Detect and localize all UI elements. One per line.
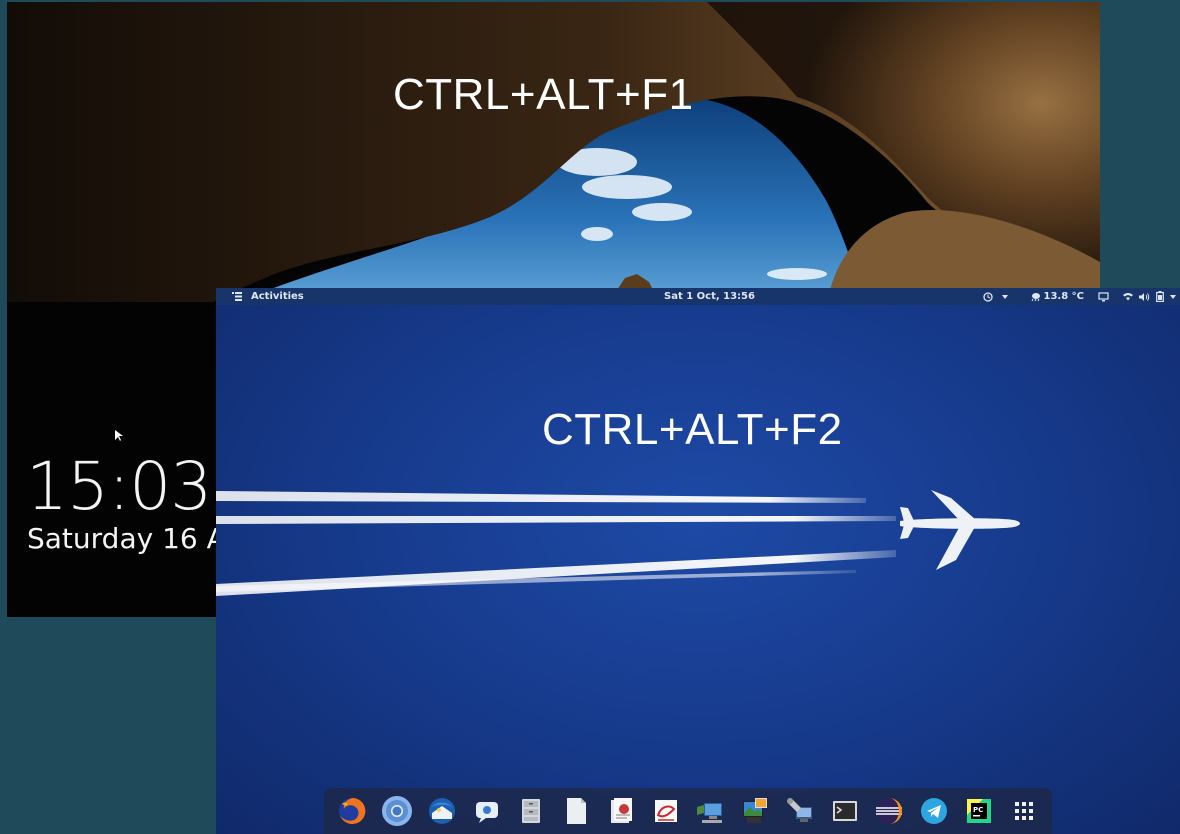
system-menu-chevron-icon[interactable] <box>1170 294 1176 299</box>
pycharm-icon: PC <box>966 799 991 823</box>
drawing-icon <box>654 800 677 822</box>
gnome-top-bar: Activities Sat 1 Oct, 13:56 13.8 °C <box>216 288 1180 305</box>
thunderbird-icon <box>428 798 455 824</box>
weather-indicator[interactable]: 13.8 °C <box>1030 291 1085 302</box>
clock-icon <box>982 291 993 302</box>
firefox-icon <box>339 797 366 824</box>
eclipse-icon <box>876 798 903 824</box>
image-viewer-icon <box>743 798 768 823</box>
gnome-desktop-window: Activities Sat 1 Oct, 13:56 13.8 °C CTRL… <box>216 288 1180 834</box>
dock-app-system-settings[interactable] <box>783 794 817 828</box>
mouse-cursor-icon <box>115 430 123 441</box>
app-grid-icon <box>1014 802 1033 820</box>
dock-app-firefox[interactable] <box>335 794 369 828</box>
chat-icon <box>475 802 498 823</box>
system-tray: 13.8 °C <box>982 290 1176 303</box>
vt2-caption: CTRL+ALT+F2 <box>542 405 843 454</box>
chromium-icon <box>382 796 413 826</box>
system-settings-icon <box>786 797 812 822</box>
clock-menu[interactable] <box>982 291 1008 302</box>
dock-app-thunderbird[interactable] <box>425 794 459 828</box>
dock-app-telegram[interactable] <box>917 794 951 828</box>
lock-screen-time: 15:03 <box>26 448 212 525</box>
activities-button[interactable]: Activities <box>232 290 304 303</box>
dock-show-applications[interactable] <box>1007 794 1041 828</box>
dock-app-image-viewer[interactable] <box>738 794 772 828</box>
activities-label: Activities <box>251 291 304 302</box>
remote-desktop-icon <box>697 803 723 823</box>
battery-icon[interactable] <box>1156 291 1164 302</box>
activities-menu-icon <box>232 292 242 301</box>
lock-screen-date: Saturday 16 Au <box>27 522 244 555</box>
file-cabinet-icon <box>522 799 541 823</box>
dock-app-file-cabinet[interactable] <box>514 794 548 828</box>
dock-app-chromium[interactable] <box>380 794 414 828</box>
dock-app-drawing[interactable] <box>649 794 683 828</box>
dock-app-eclipse[interactable] <box>872 794 906 828</box>
dock-app-document-viewer[interactable] <box>604 794 638 828</box>
weather-icon <box>1031 292 1040 301</box>
dock-app-remote-desktop[interactable] <box>693 794 727 828</box>
chevron-down-icon <box>1001 294 1008 299</box>
airplane-wallpaper <box>216 490 1020 596</box>
volume-icon[interactable] <box>1139 292 1150 302</box>
dock-app-chat[interactable] <box>470 794 504 828</box>
topbar-clock[interactable]: Sat 1 Oct, 13:56 <box>664 291 755 302</box>
document-icon <box>567 798 587 824</box>
dock-app-terminal[interactable] <box>828 794 862 828</box>
dock-app-document[interactable] <box>559 794 593 828</box>
telegram-icon <box>921 798 948 824</box>
weather-temperature: 13.8 °C <box>1043 291 1085 302</box>
svg-text:PC: PC <box>973 806 983 814</box>
wifi-icon[interactable] <box>1123 292 1133 301</box>
vt1-caption: CTRL+ALT+F1 <box>393 70 694 119</box>
dock-app-pycharm[interactable]: PC <box>962 794 996 828</box>
display-icon[interactable] <box>1098 291 1109 302</box>
application-dock: PC <box>324 788 1052 834</box>
document-viewer-icon <box>610 798 632 823</box>
terminal-icon <box>832 801 857 821</box>
